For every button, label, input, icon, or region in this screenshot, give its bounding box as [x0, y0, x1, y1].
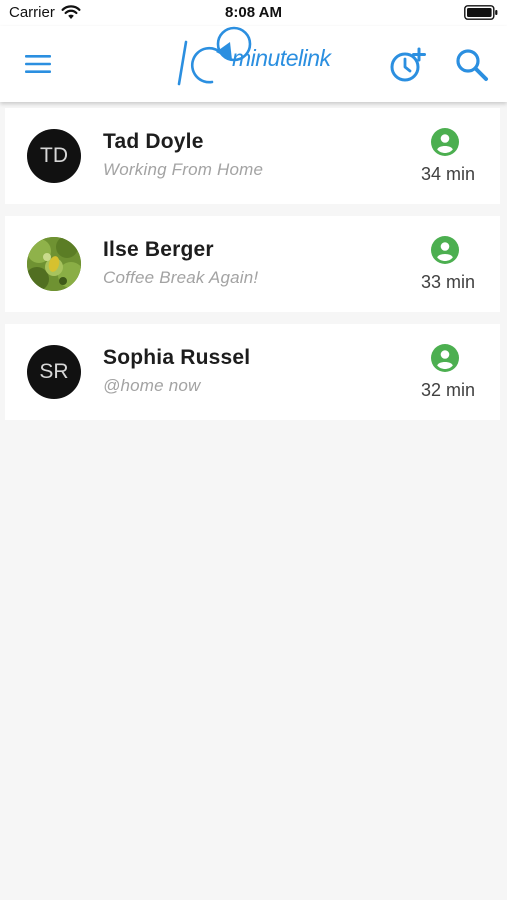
elapsed-time: 34 min	[420, 164, 475, 184]
menu-button[interactable]	[18, 46, 58, 82]
search-icon	[456, 49, 488, 81]
user-presence-icon	[431, 236, 459, 264]
contact-name: Ilse Berger	[103, 238, 214, 261]
app-bar: minutelink	[0, 26, 507, 102]
contact-status: @home now	[103, 376, 201, 395]
logo-text: minutelink	[232, 45, 331, 71]
contact-name: Tad Doyle	[103, 130, 204, 153]
user-presence-icon	[431, 128, 459, 156]
contact-name: Sophia Russel	[103, 346, 251, 369]
alarm-add-icon	[390, 47, 426, 82]
avatar-initials: TD	[40, 144, 68, 167]
avatar	[27, 237, 81, 291]
add-alarm-button[interactable]	[386, 44, 430, 86]
hamburger-menu-icon	[25, 55, 51, 73]
contact-card-tad-doyle[interactable]: TD Tad Doyle Working From Home 34 min	[5, 108, 500, 204]
avatar: TD	[27, 129, 81, 183]
avatar: SR	[27, 345, 81, 399]
elapsed-time: 32 min	[420, 380, 475, 400]
contact-card-ilse-berger[interactable]: Ilse Berger Coffee Break Again! 33 min	[5, 216, 500, 312]
contact-card-sophia-russel[interactable]: SR Sophia Russel @home now 32 min	[5, 324, 500, 420]
avatar-photo	[27, 237, 81, 291]
contact-list: TD Tad Doyle Working From Home 34 min Il…	[5, 108, 500, 432]
contact-status: Coffee Break Again!	[103, 268, 259, 287]
contact-status: Working From Home	[103, 160, 264, 179]
avatar-initials: SR	[39, 360, 69, 383]
search-button[interactable]	[452, 45, 492, 85]
battery-icon	[464, 5, 498, 20]
user-presence-icon	[431, 344, 459, 372]
app-logo: minutelink	[170, 14, 342, 86]
elapsed-time: 33 min	[420, 272, 475, 292]
